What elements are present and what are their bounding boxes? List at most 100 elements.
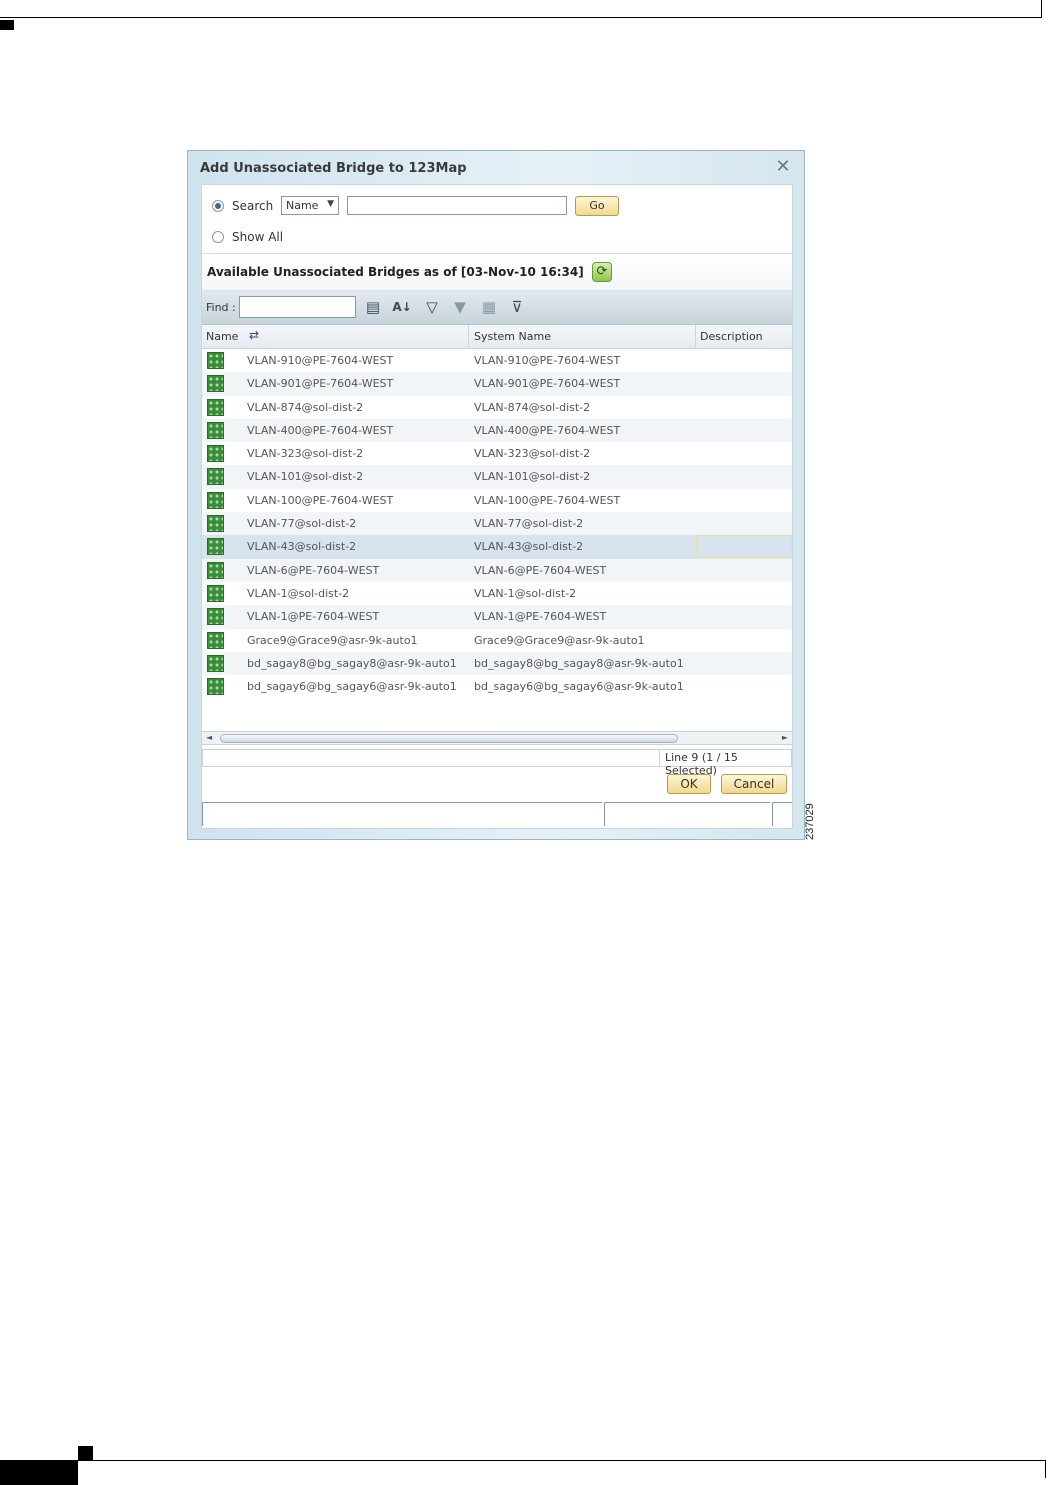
table-row[interactable]: VLAN-1@PE-7604-WEST VLAN-1@PE-7604-WEST <box>202 605 792 629</box>
chevron-down-icon: ▼ <box>327 199 334 209</box>
table-row[interactable]: VLAN-77@sol-dist-2 VLAN-77@sol-dist-2 <box>202 512 792 536</box>
table-toolbar: Find : ▤ A↓ ▽ ▼ ▦ ⊽ <box>202 291 792 325</box>
bridge-name-cell: VLAN-1@PE-7604-WEST <box>247 610 380 624</box>
cancel-button[interactable]: Cancel <box>721 774 787 794</box>
system-name-cell: VLAN-101@sol-dist-2 <box>474 470 591 484</box>
footer-field-3 <box>772 802 792 826</box>
system-name-cell: bd_sagay6@bg_sagay6@asr-9k-auto1 <box>474 680 684 694</box>
table-row[interactable]: VLAN-910@PE-7604-WEST VLAN-910@PE-7604-WE… <box>202 349 792 372</box>
bridge-icon <box>207 678 224 696</box>
bridge-name-cell: VLAN-901@PE-7604-WEST <box>247 377 394 391</box>
filter-settings-icon[interactable]: ⊽ <box>507 297 527 317</box>
table-row[interactable]: VLAN-323@sol-dist-2 VLAN-323@sol-dist-2 <box>202 442 792 465</box>
bridge-icon <box>207 654 224 672</box>
system-name-cell: VLAN-6@PE-7604-WEST <box>474 563 607 577</box>
table-row[interactable]: VLAN-43@sol-dist-2 VLAN-43@sol-dist-2 <box>202 535 792 559</box>
scroll-left-icon[interactable]: ◄ <box>206 732 212 744</box>
table-row[interactable]: Grace9@Grace9@asr-9k-auto1 Grace9@Grace9@… <box>202 629 792 652</box>
available-header: Available Unassociated Bridges as of [03… <box>202 253 792 291</box>
system-name-cell: VLAN-910@PE-7604-WEST <box>474 354 621 367</box>
system-name-cell: Grace9@Grace9@asr-9k-auto1 <box>474 633 645 647</box>
close-icon[interactable]: ✕ <box>774 158 792 176</box>
ok-button[interactable]: OK <box>667 774 711 794</box>
bridge-name-cell: VLAN-101@sol-dist-2 <box>247 470 364 484</box>
advanced-filter-icon[interactable]: ▼ <box>450 297 470 317</box>
search-radio[interactable] <box>212 200 224 212</box>
bridge-name-cell: VLAN-874@sol-dist-2 <box>247 400 364 414</box>
page-bottom-rule-end <box>1045 1460 1046 1478</box>
dialog-title-bar[interactable]: Add Unassociated Bridge to 123Map ✕ <box>188 151 804 184</box>
bridge-name-cell: VLAN-910@PE-7604-WEST <box>247 354 394 367</box>
figure-id: 237029 <box>804 803 816 840</box>
system-name-cell: VLAN-400@PE-7604-WEST <box>474 423 621 437</box>
clear-filter-icon[interactable]: ▦ <box>479 297 499 317</box>
bridge-icon <box>207 445 224 463</box>
page-bottom-rule <box>0 1460 1046 1461</box>
bridge-name-cell: VLAN-400@PE-7604-WEST <box>247 423 394 437</box>
bridge-icon <box>207 561 224 579</box>
system-name-cell: bd_sagay8@bg_sagay8@asr-9k-auto1 <box>474 656 684 670</box>
status-bar: Line 9 (1 / 15 Selected) <box>202 749 792 777</box>
bridge-icon <box>207 421 224 439</box>
table-row[interactable]: bd_sagay6@bg_sagay6@asr-9k-auto1 bd_sagay… <box>202 675 792 698</box>
table-row[interactable]: VLAN-874@sol-dist-2 VLAN-874@sol-dist-2 <box>202 396 792 419</box>
column-divider[interactable] <box>468 325 469 348</box>
status-divider <box>659 750 660 766</box>
column-header-description[interactable]: Description <box>700 330 763 343</box>
bridge-icon <box>207 515 224 533</box>
bridge-name-cell: VLAN-77@sol-dist-2 <box>247 517 357 531</box>
bridge-icon <box>207 491 224 509</box>
search-field-select[interactable]: Name ▼ <box>281 196 339 215</box>
sort-icon[interactable]: ⇄ <box>249 328 259 342</box>
sort-az-icon[interactable]: A↓ <box>392 297 412 317</box>
table-row[interactable]: VLAN-400@PE-7604-WEST VLAN-400@PE-7604-WE… <box>202 418 792 443</box>
refresh-icon[interactable]: ⟳ <box>592 262 612 282</box>
table-header: Name ⇄ System Name Description <box>202 325 792 349</box>
columns-icon[interactable]: ▤ <box>363 297 383 317</box>
page-top-rule-end <box>1041 0 1042 18</box>
bridge-name-cell: VLAN-6@PE-7604-WEST <box>247 563 380 577</box>
column-header-name[interactable]: Name <box>206 330 238 343</box>
add-bridge-dialog: Add Unassociated Bridge to 123Map ✕ Sear… <box>187 150 805 840</box>
table-row[interactable]: VLAN-100@PE-7604-WEST VLAN-100@PE-7604-WE… <box>202 489 792 512</box>
available-heading: Available Unassociated Bridges as of [03… <box>207 265 584 279</box>
table-row[interactable]: VLAN-101@sol-dist-2 VLAN-101@sol-dist-2 <box>202 465 792 489</box>
find-label: Find : <box>206 301 236 314</box>
page-top-marker <box>0 20 14 30</box>
table-row[interactable]: bd_sagay8@bg_sagay8@asr-9k-auto1 bd_sagay… <box>202 651 792 676</box>
page-bottom-tab <box>0 1461 78 1485</box>
bridge-name-cell: VLAN-1@sol-dist-2 <box>247 586 350 600</box>
horizontal-scrollbar[interactable]: ◄ ► <box>202 731 792 745</box>
bridge-icon <box>207 608 224 626</box>
focused-cell-outline <box>696 535 792 558</box>
scrollbar-thumb[interactable] <box>220 734 678 743</box>
bridge-name-cell: Grace9@Grace9@asr-9k-auto1 <box>247 633 418 647</box>
table-row[interactable]: VLAN-1@sol-dist-2 VLAN-1@sol-dist-2 <box>202 582 792 605</box>
scroll-right-icon[interactable]: ► <box>782 732 788 744</box>
go-button[interactable]: Go <box>575 196 619 216</box>
bridge-name-cell: VLAN-323@sol-dist-2 <box>247 447 364 461</box>
bridge-table-body: VLAN-910@PE-7604-WEST VLAN-910@PE-7604-WE… <box>202 349 792 729</box>
search-input[interactable] <box>347 196 567 215</box>
system-name-cell: VLAN-43@sol-dist-2 <box>474 540 584 554</box>
column-header-system-name[interactable]: System Name <box>474 330 551 343</box>
column-divider[interactable] <box>695 325 696 348</box>
search-radio-label: Search <box>232 199 274 213</box>
table-row[interactable]: VLAN-6@PE-7604-WEST VLAN-6@PE-7604-WEST <box>202 558 792 582</box>
show-all-radio[interactable] <box>212 231 224 243</box>
footer-field-1 <box>202 802 602 826</box>
system-name-cell: VLAN-1@sol-dist-2 <box>474 586 577 600</box>
bridge-icon <box>207 468 224 486</box>
table-row[interactable]: VLAN-901@PE-7604-WEST VLAN-901@PE-7604-WE… <box>202 372 792 396</box>
bridge-name-cell: bd_sagay8@bg_sagay8@asr-9k-auto1 <box>247 656 457 670</box>
find-input[interactable] <box>239 296 356 318</box>
show-all-radio-label: Show All <box>232 230 284 244</box>
filter-icon[interactable]: ▽ <box>422 297 442 317</box>
bridge-name-cell: VLAN-43@sol-dist-2 <box>247 540 357 554</box>
bridge-icon <box>207 352 224 369</box>
search-panel: Search Name ▼ Go Show All <box>202 185 792 253</box>
system-name-cell: VLAN-901@PE-7604-WEST <box>474 377 621 391</box>
system-name-cell: VLAN-1@PE-7604-WEST <box>474 610 607 624</box>
bridge-icon <box>207 375 224 393</box>
page-top-rule <box>0 17 1042 18</box>
